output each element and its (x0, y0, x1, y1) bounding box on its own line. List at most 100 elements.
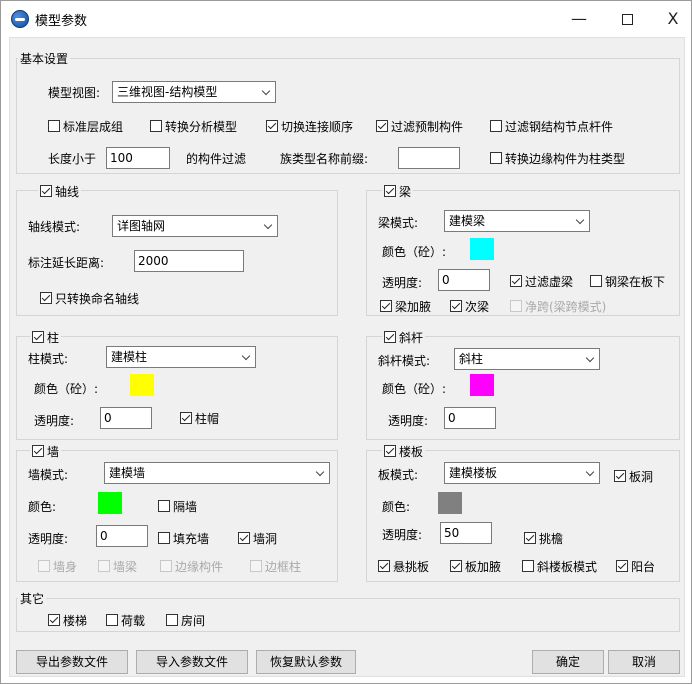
edge-member-option[interactable]: 边缘构件 (160, 558, 223, 575)
filter-precast-checkbox[interactable] (376, 120, 388, 132)
axis-title[interactable]: 轴线 (38, 183, 82, 200)
axis-enable-checkbox[interactable] (40, 185, 52, 197)
beam-mode-select[interactable]: 建模梁 (444, 210, 590, 232)
filter-virtual-beam-option[interactable]: 过滤虚梁 (510, 273, 573, 290)
brace-color-swatch[interactable] (470, 374, 494, 396)
wall-title[interactable]: 墙 (30, 443, 62, 460)
convert-analysis-option[interactable]: 转换分析模型 (150, 118, 237, 135)
beam-enable-checkbox[interactable] (384, 185, 396, 197)
column-enable-checkbox[interactable] (32, 331, 44, 343)
wall-color-swatch[interactable] (98, 492, 122, 514)
other-title: 其它 (18, 590, 47, 607)
beam-title[interactable]: 梁 (382, 183, 414, 200)
filter-steel-node-option[interactable]: 过滤钢结构节点杆件 (490, 118, 613, 135)
brace-trans-input[interactable]: 0 (444, 407, 496, 429)
length-input[interactable]: 100 (106, 147, 170, 169)
load-checkbox[interactable] (106, 614, 118, 626)
sloped-slab-option[interactable]: 斜楼板模式 (522, 558, 597, 575)
convert-analysis-checkbox[interactable] (150, 120, 162, 132)
model-view-select[interactable]: 三维视图-结构模型 (112, 81, 276, 103)
cantilever-slab-option[interactable]: 悬挑板 (378, 558, 429, 575)
infill-wall-checkbox[interactable] (158, 532, 170, 544)
switch-join-option[interactable]: 切换连接顺序 (266, 118, 353, 135)
net-span-option[interactable]: 净跨(梁跨模式) (510, 298, 606, 315)
wall-beam-checkbox[interactable] (98, 560, 110, 572)
sloped-slab-checkbox[interactable] (522, 560, 534, 572)
slab-color-swatch[interactable] (438, 492, 462, 514)
wall-enable-checkbox[interactable] (32, 445, 44, 457)
secondary-beam-option[interactable]: 次梁 (450, 298, 489, 315)
column-trans-input[interactable]: 0 (100, 407, 152, 429)
beam-haunch-checkbox[interactable] (380, 300, 392, 312)
restore-defaults-button[interactable]: 恢复默认参数 (256, 650, 356, 674)
import-params-button[interactable]: 导入参数文件 (136, 650, 248, 674)
net-span-checkbox[interactable] (510, 300, 522, 312)
slab-haunch-option[interactable]: 板加腋 (450, 558, 501, 575)
wall-mode-select[interactable]: 建模墙 (104, 462, 330, 484)
wall-body-option[interactable]: 墙身 (38, 558, 77, 575)
stair-checkbox[interactable] (48, 614, 60, 626)
switch-join-checkbox[interactable] (266, 120, 278, 132)
named-axis-checkbox[interactable] (40, 292, 52, 304)
std-floor-group-option[interactable]: 标准层成组 (48, 118, 123, 135)
minimize-button[interactable]: — (557, 3, 601, 35)
edge-member-checkbox[interactable] (160, 560, 172, 572)
edge-to-column-checkbox[interactable] (490, 152, 502, 164)
slab-haunch-checkbox[interactable] (450, 560, 462, 572)
slab-trans-input[interactable]: 50 (440, 522, 492, 544)
cantilever-slab-checkbox[interactable] (378, 560, 390, 572)
slab-enable-checkbox[interactable] (384, 445, 396, 457)
room-option[interactable]: 房间 (166, 612, 205, 629)
filter-steel-node-checkbox[interactable] (490, 120, 502, 132)
maximize-button[interactable] (605, 3, 649, 35)
column-mode-select[interactable]: 建模柱 (106, 346, 256, 368)
brace-enable-checkbox[interactable] (384, 331, 396, 343)
eave-checkbox[interactable] (524, 532, 536, 544)
wall-opening-option[interactable]: 墙洞 (238, 530, 277, 547)
column-cap-option[interactable]: 柱帽 (180, 410, 219, 427)
column-cap-checkbox[interactable] (180, 412, 192, 424)
column-color-swatch[interactable] (130, 374, 154, 396)
wall-trans-input[interactable]: 0 (96, 525, 148, 547)
export-params-button[interactable]: 导出参数文件 (16, 650, 128, 674)
wall-opening-checkbox[interactable] (238, 532, 250, 544)
partition-wall-checkbox[interactable] (158, 500, 170, 512)
brace-mode-value: 斜柱 (459, 352, 484, 366)
steel-under-slab-option[interactable]: 钢梁在板下 (590, 273, 665, 290)
beam-trans-input[interactable]: 0 (438, 269, 490, 291)
close-button[interactable]: X (651, 3, 692, 35)
load-option[interactable]: 荷载 (106, 612, 145, 629)
balcony-checkbox[interactable] (616, 560, 628, 572)
edge-to-column-option[interactable]: 转换边缘构件为柱类型 (490, 150, 625, 167)
family-prefix-input[interactable] (398, 147, 460, 169)
beam-haunch-option[interactable]: 梁加腋 (380, 298, 431, 315)
beam-color-swatch[interactable] (470, 238, 494, 260)
slab-opening-checkbox[interactable] (614, 470, 626, 482)
secondary-beam-checkbox[interactable] (450, 300, 462, 312)
wall-body-checkbox[interactable] (38, 560, 50, 572)
filter-precast-option[interactable]: 过滤预制构件 (376, 118, 463, 135)
axis-mode-select[interactable]: 详图轴网 (112, 215, 278, 237)
wall-beam-option[interactable]: 墙梁 (98, 558, 137, 575)
brace-title[interactable]: 斜杆 (382, 329, 426, 346)
brace-mode-select[interactable]: 斜柱 (454, 348, 600, 370)
balcony-option[interactable]: 阳台 (616, 558, 655, 575)
partition-wall-option[interactable]: 隔墙 (158, 498, 197, 515)
infill-wall-option[interactable]: 填充墙 (158, 530, 209, 547)
ext-distance-input[interactable]: 2000 (134, 250, 244, 272)
eave-option[interactable]: 挑檐 (524, 530, 563, 547)
steel-under-slab-checkbox[interactable] (590, 275, 602, 287)
room-checkbox[interactable] (166, 614, 178, 626)
edge-column-checkbox[interactable] (250, 560, 262, 572)
ok-button[interactable]: 确定 (532, 650, 604, 674)
edge-column-option[interactable]: 边框柱 (250, 558, 301, 575)
std-floor-group-checkbox[interactable] (48, 120, 60, 132)
slab-title[interactable]: 楼板 (382, 443, 426, 460)
stair-option[interactable]: 楼梯 (48, 612, 87, 629)
filter-virtual-beam-checkbox[interactable] (510, 275, 522, 287)
slab-opening-option[interactable]: 板洞 (614, 468, 653, 485)
named-axis-option[interactable]: 只转换命名轴线 (40, 290, 139, 307)
cancel-button[interactable]: 取消 (608, 650, 680, 674)
column-title[interactable]: 柱 (30, 329, 62, 346)
slab-mode-select[interactable]: 建模楼板 (444, 462, 600, 484)
